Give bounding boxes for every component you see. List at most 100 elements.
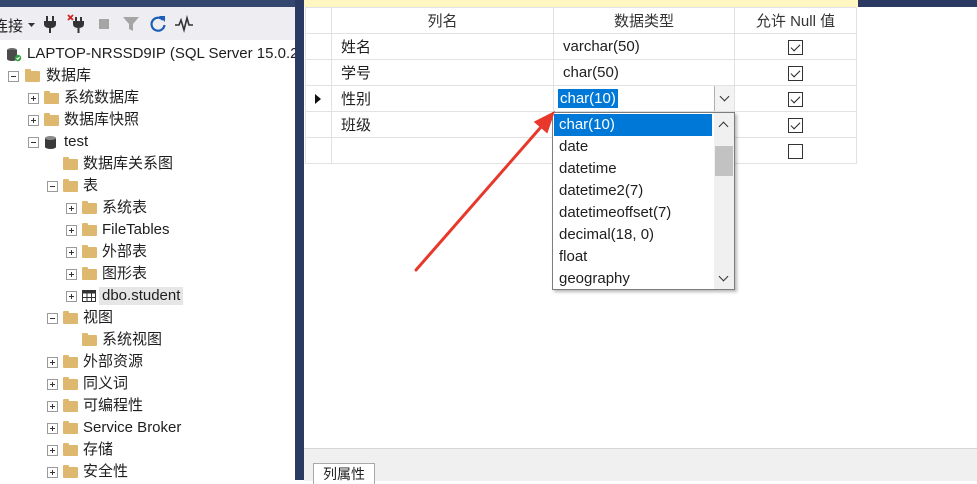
disconnect-icon[interactable] [66,14,86,34]
tree-node-programmability[interactable]: 可编程性 [0,395,295,417]
tree-node-synonyms[interactable]: 同义词 [0,373,295,395]
row-selector[interactable] [305,59,332,86]
tree-node-label: dbo.student [99,287,184,305]
dropdown-arrow-icon[interactable] [22,14,42,34]
expand-icon[interactable] [47,445,58,456]
dropdown-option[interactable]: decimal(18, 0) [554,224,712,246]
dropdown-option[interactable]: datetimeoffset(7) [554,202,712,224]
row-selector[interactable] [305,137,332,164]
tree-node-storage[interactable]: 存储 [0,439,295,461]
tree-node-label: 视图 [83,309,114,326]
allow-null-checkbox[interactable] [788,143,803,159]
tree-node-system-tables[interactable]: 系统表 [0,197,295,219]
table-row[interactable]: 姓名 varchar(50) [305,33,857,60]
row-selector[interactable] [305,111,332,138]
header-data-type[interactable]: 数据类型 [553,7,735,34]
collapse-icon[interactable] [8,71,19,82]
allow-null-checkbox[interactable] [788,91,803,107]
column-name-cell[interactable]: 班级 [331,111,554,138]
tree-node-tables[interactable]: 表 [0,175,295,197]
tree-node-label: 图形表 [102,265,148,282]
tree-node-dbo-student[interactable]: dbo.student [0,285,295,307]
column-name-cell[interactable] [331,137,554,164]
table-row-current[interactable]: 性别 char(10) [305,85,857,112]
allow-null-checkbox[interactable] [788,117,803,133]
folder-icon [63,179,78,192]
dropdown-scrollbar[interactable] [714,113,734,289]
folder-icon [44,91,59,104]
tree-node-filetables[interactable]: FileTables [0,219,295,241]
tree-node-system-views[interactable]: 系统视图 [0,329,295,351]
tree-node-label: 系统视图 [102,331,163,348]
expand-icon[interactable] [66,203,77,214]
panel-splitter[interactable] [295,0,304,480]
row-selector-header [305,7,332,34]
data-type-cell[interactable]: varchar(50) [553,33,735,60]
dropdown-option[interactable]: date [554,136,712,158]
expand-icon[interactable] [47,379,58,390]
tree-node-views[interactable]: 视图 [0,307,295,329]
expand-icon[interactable] [47,401,58,412]
scrollbar-thumb[interactable] [715,146,733,176]
scroll-down-button[interactable] [714,269,734,289]
document-tab-strip-background [858,0,977,7]
dropdown-option[interactable]: char(10) [554,114,712,136]
tree-node-security[interactable]: 安全性 [0,461,295,480]
tab-column-properties[interactable]: 列属性 [313,463,375,484]
expand-icon[interactable] [28,93,39,104]
current-row-indicator-icon [315,94,321,104]
expand-icon[interactable] [66,269,77,280]
expand-icon[interactable] [47,467,58,478]
column-name-cell[interactable]: 姓名 [331,33,554,60]
tree-node-databases[interactable]: 数据库 [0,65,295,87]
data-type-cell[interactable]: char(50) [553,59,735,86]
tree-node-graph-tables[interactable]: 图形表 [0,263,295,285]
expand-icon[interactable] [66,247,77,258]
row-selector[interactable] [305,85,332,112]
table-row[interactable]: 学号 char(50) [305,59,857,86]
folder-icon [82,245,97,258]
tree-node-diagrams[interactable]: 数据库关系图 [0,153,295,175]
collapse-icon[interactable] [28,137,39,148]
column-name-cell[interactable]: 性别 [331,85,554,112]
allow-null-checkbox[interactable] [788,39,803,55]
stop-icon[interactable] [94,14,114,34]
collapse-icon[interactable] [47,181,58,192]
tree-node-test-database[interactable]: test [0,131,295,153]
header-column-name[interactable]: 列名 [331,7,554,34]
tree-node-external-resources[interactable]: 外部资源 [0,351,295,373]
tree-node-database-snapshots[interactable]: 数据库快照 [0,109,295,131]
column-name-cell[interactable]: 学号 [331,59,554,86]
data-type-combobox-value[interactable]: char(10) [558,89,618,108]
dropdown-option[interactable]: datetime [554,158,712,180]
expand-icon[interactable] [66,225,77,236]
expand-icon[interactable] [28,115,39,126]
tree-node-service-broker[interactable]: Service Broker [0,417,295,439]
row-selector[interactable] [305,33,332,60]
dropdown-option[interactable]: geography [554,268,712,290]
expand-icon[interactable] [66,291,77,302]
tree-node-label: 可编程性 [83,397,144,414]
tree-node-external-tables[interactable]: 外部表 [0,241,295,263]
collapse-icon[interactable] [47,313,58,324]
tree-node-system-databases[interactable]: 系统数据库 [0,87,295,109]
refresh-icon[interactable] [148,14,168,34]
folder-icon [44,113,59,126]
scroll-up-button[interactable] [714,113,734,133]
connect-button[interactable]: 连接 [0,15,23,36]
activity-monitor-icon[interactable] [174,14,194,34]
combobox-dropdown-button[interactable] [714,86,734,111]
grid-header-row: 列名 数据类型 允许 Null 值 [305,7,857,34]
data-type-combobox[interactable]: char(10) [554,86,734,111]
dropdown-option[interactable]: float [554,246,712,268]
expand-icon[interactable] [47,357,58,368]
dropdown-option[interactable]: datetime2(7) [554,180,712,202]
tree-node-server[interactable]: LAPTOP-NRSSD9IP (SQL Server 15.0.2 [0,43,295,65]
chevron-down-icon [719,91,730,102]
expand-icon[interactable] [47,423,58,434]
header-allow-null[interactable]: 允许 Null 值 [734,7,857,34]
allow-null-checkbox[interactable] [788,65,803,81]
filter-icon[interactable] [121,14,141,34]
connect-icon[interactable] [40,14,60,34]
tree-node-label: FileTables [102,221,170,238]
